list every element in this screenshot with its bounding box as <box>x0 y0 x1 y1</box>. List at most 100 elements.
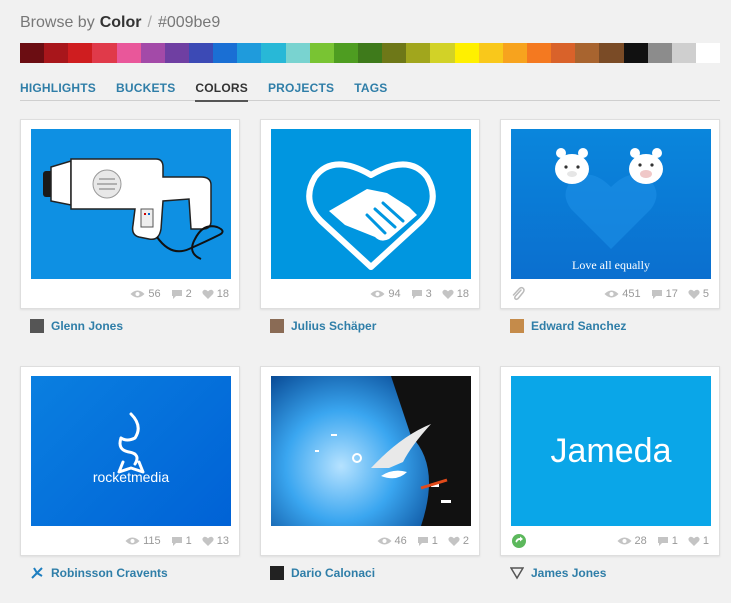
color-swatch[interactable] <box>382 43 407 63</box>
comments-count: 1 <box>171 535 192 547</box>
tab-buckets[interactable]: BUCKETS <box>116 79 175 101</box>
color-swatch[interactable] <box>116 43 141 63</box>
tab-highlights[interactable]: HIGHLIGHTS <box>20 79 96 101</box>
page-header: Browse by Color / #009be9 <box>20 14 220 38</box>
eye-icon <box>130 290 145 298</box>
shot-card: 46 1 2 <box>260 366 480 556</box>
likes-count: 18 <box>202 288 229 300</box>
comment-icon <box>411 289 422 299</box>
color-swatch[interactable] <box>454 43 479 63</box>
color-swatch[interactable] <box>68 43 93 63</box>
shot-thumbnail[interactable]: Jameda <box>511 376 711 526</box>
tab-projects[interactable]: PROJECTS <box>268 79 334 101</box>
likes-count: 1 <box>688 535 709 547</box>
comments-count: 17 <box>651 288 678 300</box>
views-count: 451 <box>604 288 641 300</box>
comment-icon <box>417 536 428 546</box>
eye-icon <box>604 290 619 298</box>
color-swatch[interactable] <box>188 43 214 63</box>
shot-thumbnail[interactable] <box>271 376 471 526</box>
comments-count: 2 <box>171 288 192 300</box>
color-hex: #009be9 <box>157 14 221 31</box>
shot-thumbnail[interactable]: Love all equally <box>511 129 711 279</box>
color-swatch[interactable] <box>623 43 648 63</box>
color-swatch[interactable] <box>599 43 624 63</box>
avatar <box>30 319 44 333</box>
color-swatch[interactable] <box>357 43 383 63</box>
shot-thumbnail[interactable] <box>271 129 471 279</box>
shot-card: Jameda 28 1 1 <box>500 366 720 556</box>
color-swatch[interactable] <box>671 43 696 63</box>
views-count: 46 <box>377 535 407 547</box>
color-swatch[interactable] <box>309 43 334 63</box>
rebound-icon[interactable] <box>511 533 527 554</box>
color-swatch[interactable] <box>647 43 672 63</box>
color-swatch[interactable] <box>213 43 238 63</box>
heart-icon <box>448 536 460 546</box>
brand-text: Jameda <box>551 432 672 470</box>
views-count: 56 <box>130 288 161 300</box>
author-link[interactable]: Julius Schäper <box>270 319 376 333</box>
shot-card: 56 2 18 <box>20 119 240 309</box>
comment-icon <box>171 536 182 546</box>
author-link[interactable]: Edward Sanchez <box>510 319 626 333</box>
author-name: Julius Schäper <box>291 319 377 333</box>
views-count: 28 <box>617 535 647 547</box>
color-swatch[interactable] <box>502 43 527 63</box>
color-swatch[interactable] <box>551 43 576 63</box>
color-swatch[interactable] <box>285 43 310 63</box>
shot-card: rocketmedia 115 1 13 <box>20 366 240 556</box>
likes-count: 13 <box>202 535 229 547</box>
comments-count: 1 <box>417 535 438 547</box>
color-swatch[interactable] <box>237 43 262 63</box>
author-link[interactable]: Dario Calonaci <box>270 566 375 580</box>
color-swatch[interactable] <box>92 43 117 63</box>
color-swatch[interactable] <box>430 43 455 63</box>
author-name: Dario Calonaci <box>291 566 376 580</box>
avatar <box>510 319 524 333</box>
color-swatch[interactable] <box>575 43 600 63</box>
color-swatch[interactable] <box>406 43 431 63</box>
color-swatch[interactable] <box>44 43 69 63</box>
heart-icon <box>442 289 454 299</box>
author-name: Robinsson Cravents <box>51 566 168 580</box>
author-name: James Jones <box>531 566 607 580</box>
tab-tags[interactable]: TAGS <box>354 79 387 101</box>
shot-stats: 56 2 18 <box>130 288 229 300</box>
brand-text: rocketmedia <box>93 469 169 485</box>
shot-thumbnail[interactable]: rocketmedia <box>31 376 231 526</box>
eye-icon <box>617 537 631 545</box>
author-link[interactable]: Robinsson Cravents <box>30 566 168 580</box>
color-swatch[interactable] <box>333 43 358 63</box>
avatar <box>270 566 284 580</box>
shot-stats: 46 1 2 <box>377 535 469 547</box>
color-swatch[interactable] <box>261 43 286 63</box>
avatar <box>270 319 284 333</box>
likes-count: 2 <box>448 535 469 547</box>
heart-icon <box>202 289 214 299</box>
comment-icon <box>171 289 182 299</box>
tab-colors[interactable]: COLORS <box>195 79 248 102</box>
browse-label: Browse by <box>20 14 95 31</box>
color-swatch[interactable] <box>478 43 503 63</box>
paperclip-icon[interactable] <box>511 286 525 307</box>
color-swatch[interactable] <box>20 43 45 63</box>
color-swatch[interactable] <box>695 43 721 63</box>
heart-icon <box>688 289 700 299</box>
color-swatch[interactable] <box>526 43 552 63</box>
author-name: Glenn Jones <box>51 319 124 333</box>
color-swatch[interactable] <box>140 43 165 63</box>
author-link[interactable]: Glenn Jones <box>30 319 123 333</box>
author-link[interactable]: James Jones <box>509 566 607 580</box>
color-palette <box>20 43 721 63</box>
likes-count: 5 <box>688 288 709 300</box>
eye-icon <box>377 537 391 545</box>
eye-icon <box>125 537 140 545</box>
shot-caption: Love all equally <box>572 258 650 272</box>
avatar <box>509 566 525 580</box>
breadcrumb-separator: / <box>147 14 152 31</box>
author-name: Edward Sanchez <box>531 319 627 333</box>
shot-thumbnail[interactable] <box>31 129 231 279</box>
comment-icon <box>651 289 662 299</box>
color-swatch[interactable] <box>164 43 189 63</box>
